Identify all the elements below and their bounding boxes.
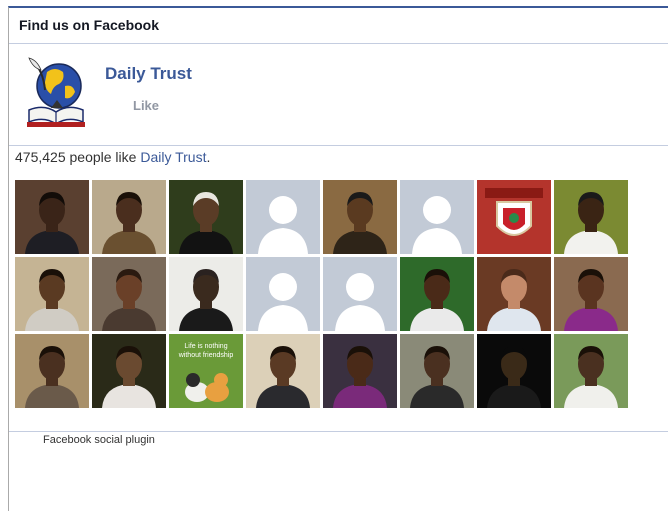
likes-punct: . bbox=[206, 149, 211, 165]
fan-photo: Life is nothing without friendship bbox=[169, 334, 243, 408]
fan-thumbnail[interactable] bbox=[477, 257, 551, 331]
fan-photo bbox=[554, 257, 628, 331]
fan-photo bbox=[323, 180, 397, 254]
fan-thumbnail[interactable] bbox=[92, 180, 166, 254]
likes-count: 475,425 bbox=[15, 149, 66, 165]
fan-thumbnail[interactable] bbox=[323, 257, 397, 331]
fan-thumbnail[interactable] bbox=[92, 257, 166, 331]
fan-photo bbox=[246, 334, 320, 408]
fan-thumbnail[interactable]: Life is nothing without friendship bbox=[169, 334, 243, 408]
page-info: Daily Trust Like bbox=[9, 45, 668, 146]
fan-thumbnail[interactable] bbox=[323, 334, 397, 408]
fan-thumbnail[interactable] bbox=[323, 180, 397, 254]
fan-photo bbox=[92, 257, 166, 331]
fan-thumbnail[interactable] bbox=[554, 257, 628, 331]
fan-thumbnail[interactable] bbox=[400, 334, 474, 408]
fan-photo bbox=[477, 334, 551, 408]
fan-photo bbox=[15, 180, 89, 254]
fan-photo bbox=[15, 257, 89, 331]
globe-book-quill-icon bbox=[27, 57, 85, 127]
likes-text: people like bbox=[65, 149, 141, 165]
fan-thumbnail[interactable] bbox=[92, 334, 166, 408]
daily-trust-logo[interactable] bbox=[23, 56, 89, 130]
fan-photo bbox=[477, 180, 551, 254]
like-button[interactable]: Like bbox=[133, 98, 159, 113]
fan-thumbnail[interactable] bbox=[477, 180, 551, 254]
fan-thumbnail[interactable] bbox=[554, 334, 628, 408]
fan-thumbnail[interactable] bbox=[169, 257, 243, 331]
fan-photo bbox=[246, 257, 320, 331]
fan-faces-grid: Life is nothing without friendship bbox=[15, 180, 631, 408]
fan-thumbnail[interactable] bbox=[246, 257, 320, 331]
fan-photo bbox=[400, 180, 474, 254]
likes-page-link[interactable]: Daily Trust bbox=[140, 149, 206, 165]
fan-photo bbox=[477, 257, 551, 331]
fan-photo bbox=[400, 257, 474, 331]
fan-thumbnail[interactable] bbox=[554, 180, 628, 254]
widget-title: Find us on Facebook bbox=[9, 8, 668, 44]
fan-thumbnail[interactable] bbox=[400, 257, 474, 331]
fan-photo bbox=[92, 334, 166, 408]
page-name-link[interactable]: Daily Trust bbox=[105, 64, 192, 84]
fan-photo bbox=[169, 180, 243, 254]
fan-thumbnail[interactable] bbox=[400, 180, 474, 254]
fan-photo bbox=[169, 257, 243, 331]
fan-photo bbox=[400, 334, 474, 408]
fan-photo bbox=[554, 334, 628, 408]
svg-text:without friendship: without friendship bbox=[178, 352, 234, 359]
fan-photo bbox=[246, 180, 320, 254]
fan-photo bbox=[554, 180, 628, 254]
fan-thumbnail[interactable] bbox=[169, 180, 243, 254]
fan-photo bbox=[15, 334, 89, 408]
fan-photo bbox=[323, 257, 397, 331]
fan-thumbnail[interactable] bbox=[246, 334, 320, 408]
fan-thumbnail[interactable] bbox=[15, 257, 89, 331]
plugin-attribution: Facebook social plugin bbox=[43, 434, 155, 446]
footer-divider bbox=[9, 431, 668, 432]
fan-thumbnail[interactable] bbox=[15, 334, 89, 408]
fan-photo bbox=[323, 334, 397, 408]
svg-text:Life is nothing: Life is nothing bbox=[184, 343, 227, 350]
fan-thumbnail[interactable] bbox=[246, 180, 320, 254]
fan-thumbnail[interactable] bbox=[15, 180, 89, 254]
likes-summary: 475,425 people like Daily Trust. bbox=[15, 149, 210, 165]
fan-thumbnail[interactable] bbox=[477, 334, 551, 408]
fan-photo bbox=[92, 180, 166, 254]
